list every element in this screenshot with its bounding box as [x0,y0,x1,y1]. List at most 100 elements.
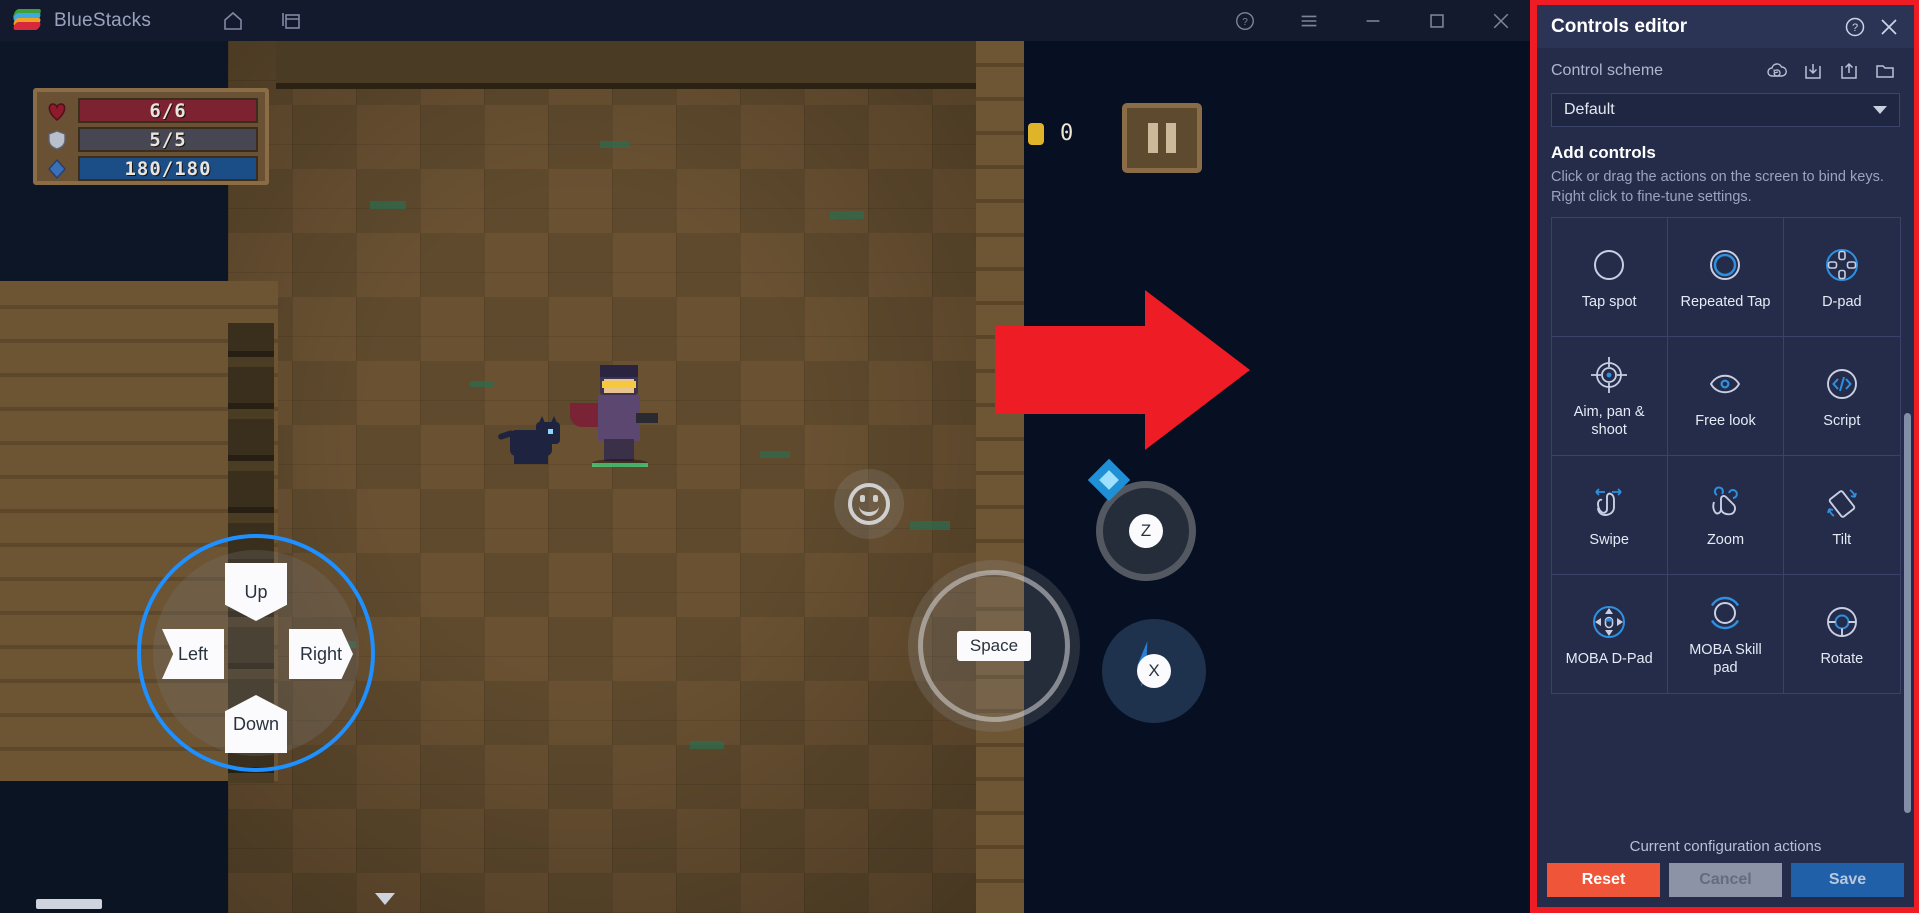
wall-top [276,41,976,89]
app-title: BlueStacks [54,9,152,31]
tilt-icon [1820,480,1864,526]
dpad-key-up-label: Up [244,581,268,602]
swipe-icon [1587,480,1631,526]
dark-area-bottom-left [0,781,228,913]
control-tile-zoom[interactable]: Zoom [1666,454,1785,575]
health-value: 6/6 [149,99,187,122]
cancel-button[interactable]: Cancel [1669,863,1782,897]
title-bar: BlueStacks ? [0,0,1530,41]
control-scheme-selected: Default [1564,101,1615,118]
maximize-icon[interactable] [1426,10,1448,32]
control-tile-label: Zoom [1706,531,1745,548]
control-scheme-dropdown[interactable]: Default [1551,93,1900,127]
controls-editor-panel: Controls editor ? Control scheme Default… [1537,5,1914,907]
add-controls-section: Add controls Click or drag the actions o… [1537,141,1914,217]
mana-value: 180/180 [124,157,212,180]
game-viewport[interactable]: 6/6 5/5 180/180 0 Up Down Left Right Spa… [0,41,1530,913]
menu-icon[interactable] [1298,10,1320,32]
control-tile-repeated-tap[interactable]: Repeated Tap [1666,217,1785,337]
x-key-cap[interactable]: X [1137,654,1171,688]
player-hud: 6/6 5/5 180/180 [33,88,269,185]
svg-text:?: ? [1242,17,1248,28]
control-tile-swipe[interactable]: Swipe [1550,454,1668,575]
save-button[interactable]: Save [1791,863,1904,897]
control-scheme-section: Control scheme Default [1537,48,1914,141]
health-bar: 6/6 [78,98,258,123]
dpad-key-down-label: Down [232,713,280,734]
help-circle-icon[interactable]: ? [1842,14,1868,40]
android-nav-bar [36,899,102,909]
control-tile-label: MOBA Skill pad [1689,642,1762,676]
zoom-icon [1703,480,1747,526]
control-tile-label: Swipe [1589,531,1629,548]
dpad-key-right-label: Right [299,643,343,664]
control-scheme-label: Control scheme [1551,62,1664,79]
controls-editor-footer: Current configuration actions Reset Canc… [1537,830,1914,907]
gem-icon [44,156,70,181]
add-controls-heading: Add controls [1551,143,1656,162]
controls-editor-highlight-border: Controls editor ? Control scheme Default… [1530,0,1919,913]
nav-back-icon[interactable] [375,893,395,905]
mana-bar: 180/180 [78,156,258,181]
control-tile-label: Free look [1695,412,1756,429]
hud-shield-row: 5/5 [44,127,258,152]
repeated-tap-icon [1705,242,1745,288]
moba-skill-pad-icon [1703,590,1747,636]
control-tile-label: Rotate [1820,650,1864,667]
control-tile-label: D-pad [1822,293,1862,310]
x-action-button[interactable]: X [1102,619,1206,723]
controls-grid-scrollbar[interactable] [1904,413,1911,830]
minimize-icon[interactable] [1362,10,1384,32]
scrollbar-thumb[interactable] [1904,413,1911,814]
space-key-cap[interactable]: Space [956,631,1032,661]
aim-pan-shoot-icon [1588,352,1630,398]
wall-right [976,41,1024,913]
pause-button[interactable] [1122,103,1202,173]
player-character [570,359,658,469]
coin-icon [1028,123,1044,145]
titlebar-right-icons: ? [1234,0,1512,41]
svg-text:?: ? [1852,22,1858,34]
dpad-icon [1821,242,1863,288]
dpad-key-right[interactable]: Right [289,629,353,679]
control-tile-dpad[interactable]: D-pad [1783,217,1901,337]
control-tile-label: Repeated Tap [1680,293,1771,310]
control-tile-tilt[interactable]: Tilt [1783,454,1901,575]
import-icon[interactable] [1798,58,1828,84]
control-tile-free-look[interactable]: Free look [1666,335,1785,456]
control-tile-label: Aim, pan & shoot [1573,404,1645,438]
close-icon[interactable] [1876,14,1902,40]
help-icon[interactable]: ? [1234,10,1256,32]
space-action-button[interactable]: Space [908,560,1080,732]
script-icon [1821,361,1863,407]
current-configuration-label: Current configuration actions [1629,838,1822,855]
screen-root: BlueStacks ? 6/6 5/5 180/180 0 Up Down L… [0,0,1919,913]
moba-dpad-icon [1587,599,1631,645]
control-tile-aim-pan-shoot[interactable]: Aim, pan & shoot [1550,335,1668,456]
emoji-button[interactable] [834,469,904,539]
close-icon[interactable] [1490,10,1512,32]
home-icon[interactable] [222,10,244,32]
control-tile-script[interactable]: Script [1783,335,1901,456]
z-key-cap[interactable]: Z [1129,514,1163,548]
annotation-arrow-icon [995,290,1250,450]
dpad-key-left-label: Left [177,643,209,664]
reset-button[interactable]: Reset [1547,863,1660,897]
add-controls-description: Click or drag the actions on the screen … [1551,169,1884,205]
control-tile-tap-spot[interactable]: Tap spot [1550,217,1668,337]
multi-instance-icon[interactable] [280,10,302,32]
control-tile-moba-dpad[interactable]: MOBA D-Pad [1550,573,1668,694]
control-tile-rotate[interactable]: Rotate [1783,573,1901,694]
rotate-icon [1820,599,1864,645]
controls-editor-title: Controls editor [1551,15,1688,37]
emoji-icon [848,483,890,525]
export-icon[interactable] [1834,58,1864,84]
control-tile-label: Tilt [1832,531,1852,548]
shield-icon [44,127,70,152]
bluestacks-window: BlueStacks ? 6/6 5/5 180/180 0 Up Down L… [0,0,1530,913]
tap-spot-icon [1589,242,1629,288]
control-tile-moba-skill-pad[interactable]: MOBA Skill pad [1666,573,1785,694]
cloud-sync-icon[interactable] [1762,58,1792,84]
heart-icon [44,98,70,123]
folder-icon[interactable] [1870,58,1900,84]
